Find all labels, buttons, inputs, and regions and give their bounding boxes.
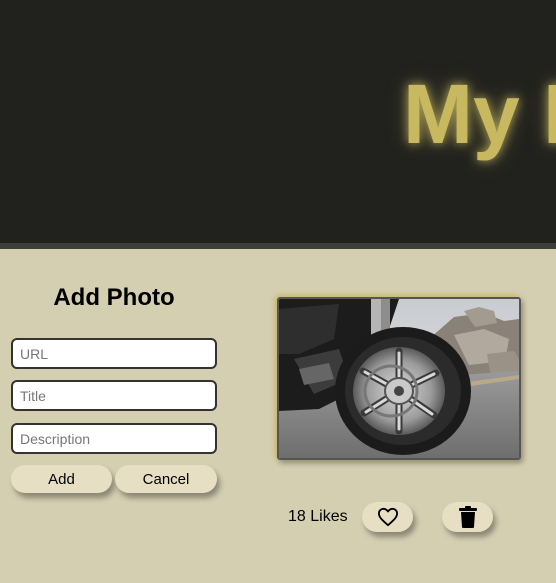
add-button[interactable]: Add <box>11 465 112 493</box>
heart-icon <box>377 507 398 527</box>
trash-icon <box>458 506 477 528</box>
cancel-button[interactable]: Cancel <box>115 465 217 493</box>
delete-button[interactable] <box>442 502 493 532</box>
page-header: My Photos <box>0 0 556 243</box>
photo-image <box>279 299 519 458</box>
url-input[interactable] <box>11 338 217 369</box>
form-title: Add Photo <box>53 284 175 311</box>
header-divider <box>0 243 556 249</box>
like-button[interactable] <box>362 502 413 532</box>
title-input[interactable] <box>11 380 217 411</box>
photo-card[interactable] <box>277 297 521 460</box>
description-input[interactable] <box>11 423 217 454</box>
likes-count: 18 Likes <box>288 508 348 525</box>
page-title: My Photos <box>403 67 556 161</box>
